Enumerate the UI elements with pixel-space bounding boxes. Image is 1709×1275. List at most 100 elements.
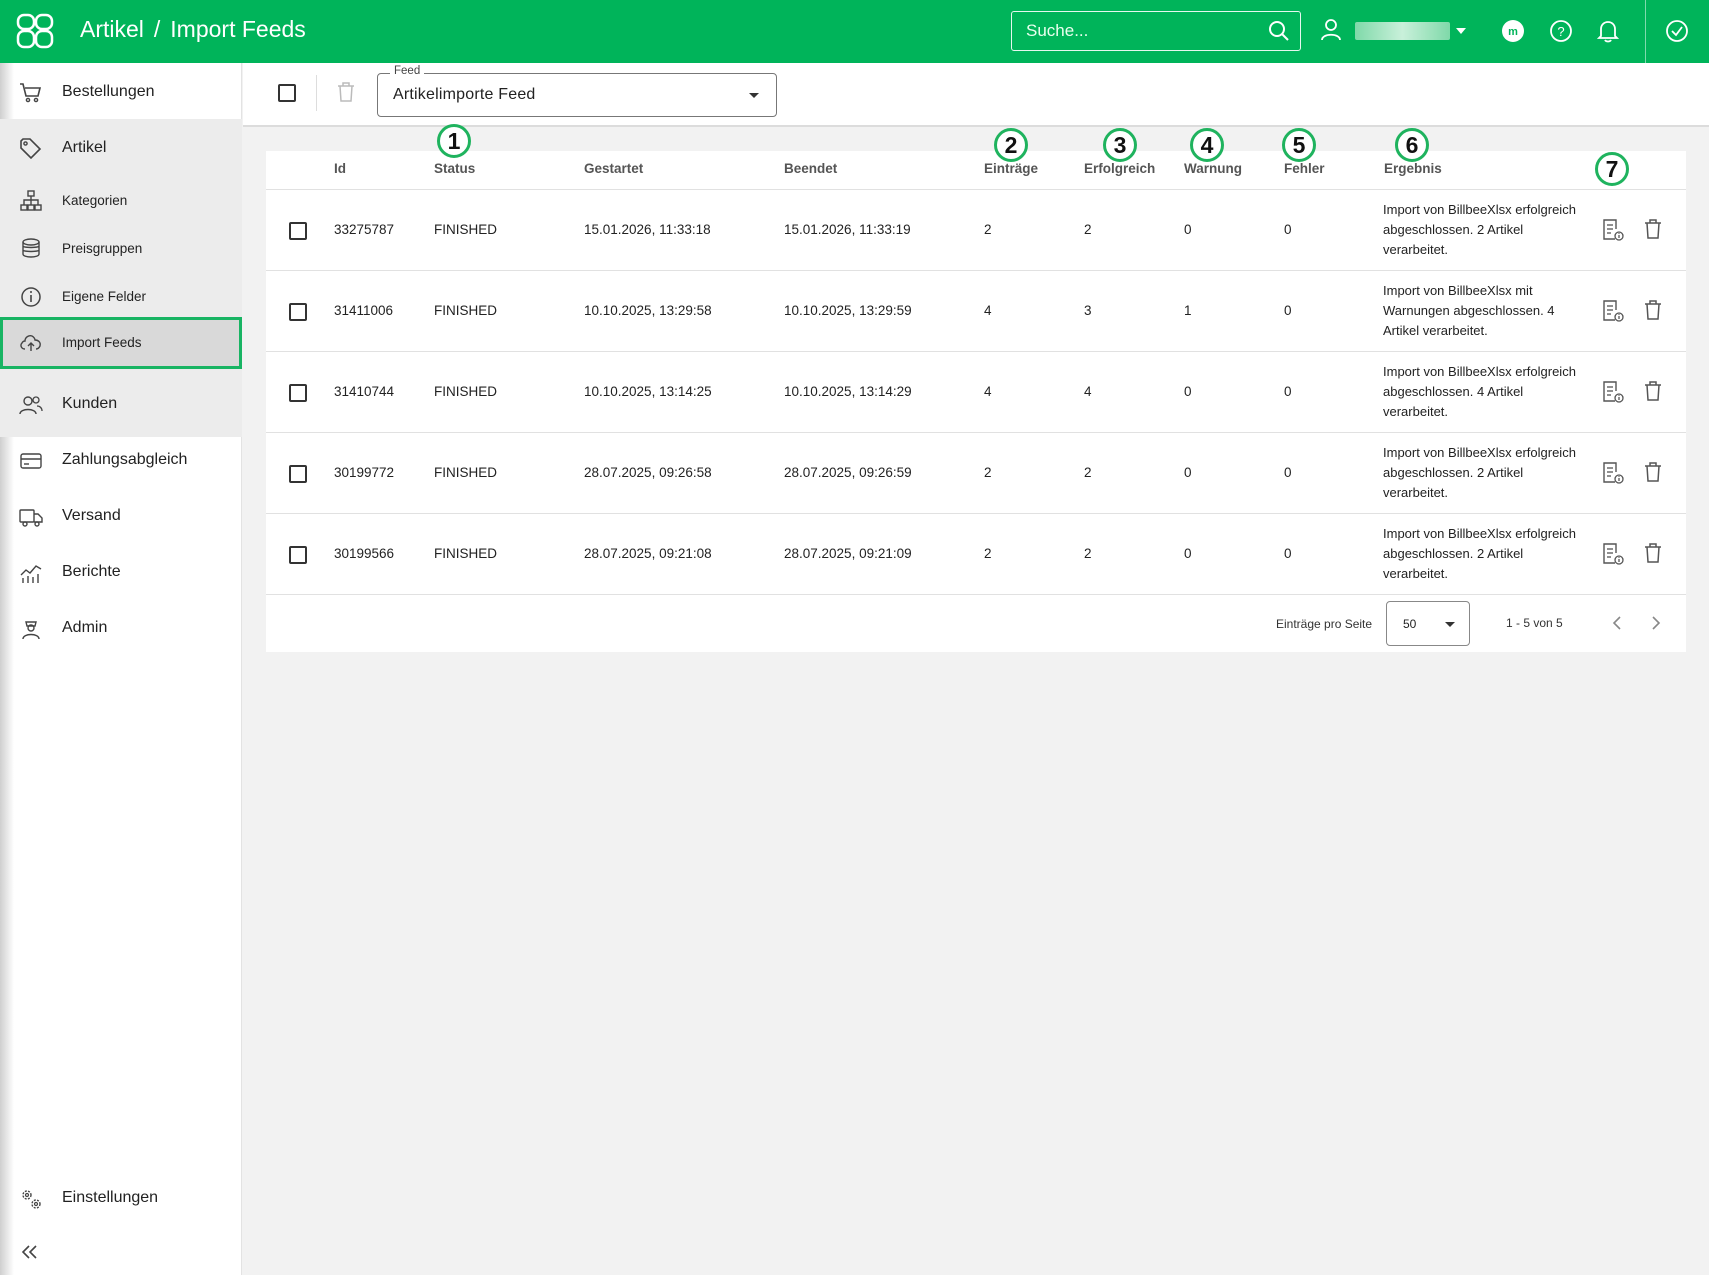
sidebar-item-kategorien[interactable]: Kategorien: [0, 179, 242, 223]
breadcrumb-parent[interactable]: Artikel: [80, 16, 144, 42]
cell-started: 10.10.2025, 13:29:58: [584, 303, 712, 318]
sidebar-item-label: Artikel: [62, 139, 107, 156]
column-header-fehler[interactable]: Fehler: [1284, 161, 1325, 176]
cell-error: 0: [1284, 465, 1292, 480]
view-log-icon[interactable]: [1601, 461, 1625, 485]
items-per-page-select[interactable]: 50: [1386, 601, 1470, 646]
column-header-warnung[interactable]: Warnung: [1184, 161, 1242, 176]
cell-warning: 0: [1184, 384, 1192, 399]
cell-result: Import von BillbeeXlsx erfolgreich abges…: [1383, 526, 1576, 581]
sidebar-item-admin[interactable]: Admin: [0, 607, 242, 651]
cell-entries: 4: [984, 384, 992, 399]
view-log-icon[interactable]: [1601, 218, 1625, 242]
cell-warning: 0: [1184, 465, 1192, 480]
check-circle-icon[interactable]: [1665, 19, 1689, 43]
pagination-range: 1 - 5 von 5: [1506, 616, 1563, 630]
annotation-badge-4: 4: [1190, 128, 1224, 162]
view-log-icon[interactable]: [1601, 542, 1625, 566]
cell-success: 2: [1084, 222, 1092, 237]
delete-selected-icon[interactable]: [336, 81, 356, 103]
table-divider: [266, 351, 1686, 352]
cell-success: 4: [1084, 384, 1092, 399]
select-all-checkbox[interactable]: [278, 84, 296, 102]
trash-icon[interactable]: [1643, 218, 1663, 240]
cell-status: FINISHED: [434, 546, 498, 561]
truck-icon: [19, 509, 43, 527]
trash-icon[interactable]: [1643, 299, 1663, 321]
table-divider: [266, 432, 1686, 433]
row-checkbox[interactable]: [289, 465, 307, 483]
cell-ended: 10.10.2025, 13:29:59: [784, 303, 912, 318]
sidebar-item-import-feeds[interactable]: Import Feeds: [0, 317, 242, 369]
feed-select-label: Feed: [390, 65, 425, 77]
toolbar: Feed Artikelimporte Feed: [243, 63, 1709, 127]
feed-select[interactable]: Feed Artikelimporte Feed: [377, 65, 777, 117]
cell-status: FINISHED: [434, 384, 498, 399]
cell-ended: 10.10.2025, 13:14:29: [784, 384, 912, 399]
view-log-icon[interactable]: [1601, 380, 1625, 404]
sidebar-item-kunden[interactable]: Kunden: [0, 383, 242, 427]
cell-warning: 1: [1184, 303, 1192, 318]
trash-icon[interactable]: [1643, 542, 1663, 564]
sidebar-item-preisgruppen[interactable]: Preisgruppen: [0, 227, 242, 271]
cloud-upload-icon: [20, 335, 41, 351]
cell-id: 31410744: [334, 384, 395, 399]
column-header-status[interactable]: Status: [434, 161, 475, 176]
cell-status: FINISHED: [434, 222, 498, 237]
sidebar-item-artikel[interactable]: Artikel: [0, 127, 242, 171]
next-page-icon[interactable]: [1649, 615, 1663, 631]
row-checkbox[interactable]: [289, 384, 307, 402]
breadcrumb: Artikel / Import Feeds: [80, 16, 306, 43]
column-header-id[interactable]: Id: [334, 161, 346, 176]
previous-page-icon[interactable]: [1610, 615, 1624, 631]
card-icon: [20, 453, 42, 469]
user-icon[interactable]: [1320, 18, 1342, 42]
view-log-icon[interactable]: [1601, 299, 1625, 323]
trash-icon[interactable]: [1643, 461, 1663, 483]
row-checkbox[interactable]: [289, 546, 307, 564]
cell-status: FINISHED: [434, 303, 498, 318]
top-bar-divider: [1645, 0, 1646, 63]
sidebar-item-zahlungsabgleich[interactable]: Zahlungsabgleich: [0, 439, 242, 483]
tag-icon: [20, 138, 42, 160]
bell-icon[interactable]: [1597, 19, 1619, 43]
marketplace-icon[interactable]: m: [1501, 19, 1525, 43]
items-per-page-label: Einträge pro Seite: [1276, 617, 1373, 631]
sidebar-item-bestellungen[interactable]: Bestellungen: [0, 71, 242, 115]
row-checkbox[interactable]: [289, 303, 307, 321]
trash-icon[interactable]: [1643, 380, 1663, 402]
cell-started: 28.07.2025, 09:21:08: [584, 546, 712, 561]
cell-entries: 2: [984, 222, 992, 237]
cell-result: Import von BillbeeXlsx erfolgreich abges…: [1383, 202, 1576, 257]
cell-warning: 0: [1184, 546, 1192, 561]
sidebar-item-einstellungen[interactable]: Einstellungen: [0, 1177, 242, 1221]
row-checkbox[interactable]: [289, 222, 307, 240]
sidebar-item-eigene-felder[interactable]: Eigene Felder: [0, 275, 242, 319]
column-header-ergebnis[interactable]: Ergebnis: [1384, 161, 1442, 176]
sidebar-item-berichte[interactable]: Berichte: [0, 551, 242, 595]
column-header-erfolgreich[interactable]: Erfolgreich: [1084, 161, 1155, 176]
sidebar-item-versand[interactable]: Versand: [0, 495, 242, 539]
cell-started: 15.01.2026, 11:33:18: [584, 222, 711, 237]
svg-text:m: m: [1508, 26, 1518, 38]
sidebar: Bestellungen Artikel Kategorien Preisgru…: [0, 63, 242, 1275]
top-bar: Artikel / Import Feeds m ?: [0, 0, 1709, 63]
cell-ended: 28.07.2025, 09:21:09: [784, 546, 912, 561]
breadcrumb-separator: /: [153, 16, 161, 42]
app-logo-icon[interactable]: [16, 13, 54, 49]
cell-ended: 15.01.2026, 11:33:19: [784, 222, 911, 237]
search-box: [1011, 11, 1301, 51]
column-header-beendet[interactable]: Beendet: [784, 161, 837, 176]
column-header-eintraege[interactable]: Einträge: [984, 161, 1038, 176]
chevron-down-icon[interactable]: [1456, 28, 1466, 34]
search-input[interactable]: [1016, 15, 1256, 47]
help-icon[interactable]: ?: [1549, 19, 1573, 43]
cart-icon: [20, 83, 42, 103]
user-name-masked[interactable]: [1355, 22, 1450, 40]
column-header-gestartet[interactable]: Gestartet: [584, 161, 643, 176]
table-divider: [266, 513, 1686, 514]
collapse-sidebar-icon[interactable]: [20, 1244, 40, 1260]
cell-result: Import von BillbeeXlsx erfolgreich abges…: [1383, 364, 1576, 419]
search-icon[interactable]: [1268, 20, 1290, 42]
sidebar-item-label: Import Feeds: [62, 335, 142, 350]
